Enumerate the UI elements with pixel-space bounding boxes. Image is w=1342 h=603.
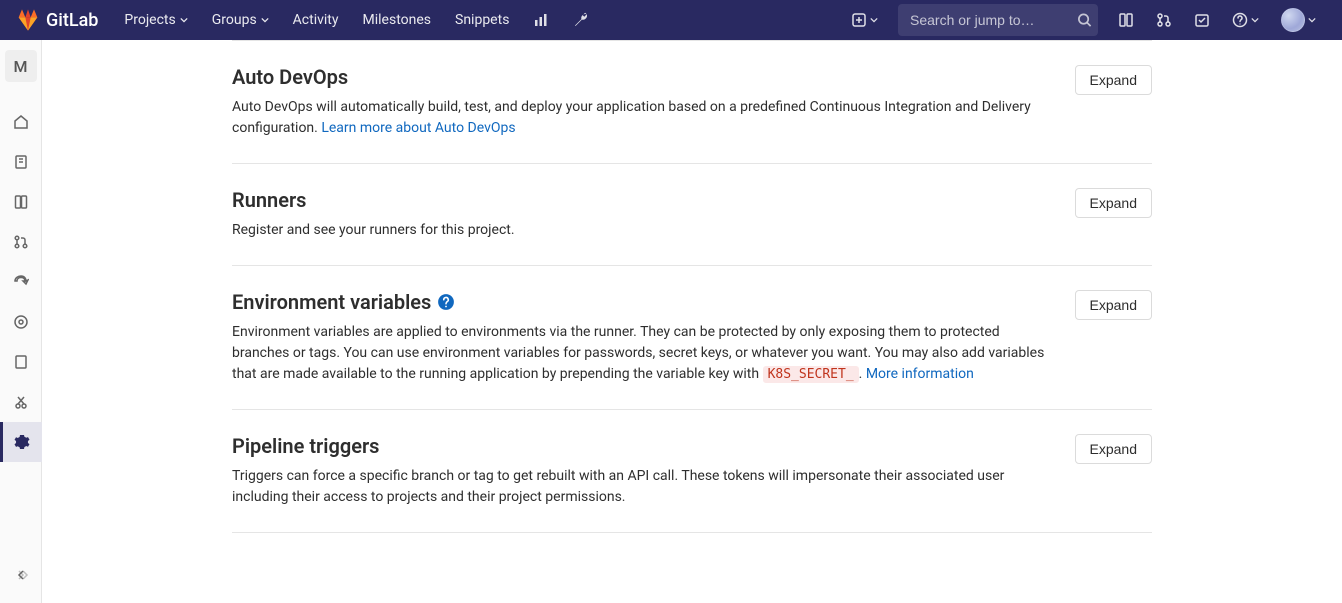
chevron-down-icon (261, 16, 269, 24)
nav-projects[interactable]: Projects (114, 2, 197, 38)
user-menu[interactable] (1271, 2, 1326, 38)
search-container (898, 4, 1098, 36)
section-title-auto-devops: Auto DevOps (232, 65, 1051, 89)
section-body: Runners Register and see your runners fo… (232, 188, 1051, 241)
left-sidebar: M (0, 40, 42, 603)
section-desc-auto-devops: Auto DevOps will automatically build, te… (232, 97, 1051, 139)
section-body: Environment variables Environment variab… (232, 290, 1051, 385)
section-desc-env-variables: Environment variables are applied to env… (232, 322, 1051, 385)
sidebar-item-snippets[interactable] (0, 382, 42, 422)
nav-groups-label: Groups (212, 12, 257, 28)
nav-activity-label: Activity (293, 12, 339, 28)
nav-snippets-label: Snippets (455, 12, 509, 28)
issues-icon[interactable] (1108, 6, 1144, 34)
nav-wrench-icon[interactable] (563, 4, 599, 36)
sidebar-item-settings[interactable] (0, 422, 42, 462)
section-title-pipeline-triggers: Pipeline triggers (232, 434, 1051, 458)
sidebar-item-overview[interactable] (0, 102, 42, 142)
code-k8s-secret: K8S_SECRET_ (763, 366, 859, 383)
sidebar-item-merge-requests[interactable] (0, 222, 42, 262)
section-pipeline-triggers: Pipeline triggers Triggers can force a s… (232, 410, 1152, 533)
section-runners: Runners Register and see your runners fo… (232, 164, 1152, 266)
navbar-right (841, 2, 1326, 38)
nav-projects-label: Projects (124, 12, 175, 28)
sidebar-collapse-toggle[interactable] (0, 555, 42, 595)
nav-groups[interactable]: Groups (202, 2, 279, 38)
link-more-info-env[interactable]: More information (866, 366, 974, 382)
sidebar-item-wiki[interactable] (0, 342, 42, 382)
plus-dropdown[interactable] (841, 6, 888, 34)
sidebar-item-cicd[interactable] (0, 262, 42, 302)
expand-runners-button[interactable]: Expand (1075, 188, 1152, 218)
nav-milestones-label: Milestones (363, 12, 432, 28)
sidebar-item-repository[interactable] (0, 142, 42, 182)
user-avatar (1281, 8, 1305, 32)
expand-pipeline-triggers-button[interactable]: Expand (1075, 434, 1152, 464)
top-navbar: GitLab Projects Groups Activity Mileston… (0, 0, 1342, 40)
title-text: Environment variables (232, 290, 431, 314)
nav-snippets[interactable]: Snippets (445, 2, 519, 38)
todos-icon[interactable] (1184, 6, 1220, 34)
nav-activity[interactable]: Activity (283, 2, 349, 38)
main-content: Auto DevOps Auto DevOps will automatical… (42, 40, 1342, 573)
sidebar-item-issues[interactable] (0, 182, 42, 222)
section-desc-pipeline-triggers: Triggers can force a specific branch or … (232, 466, 1051, 508)
link-learn-auto-devops[interactable]: Learn more about Auto DevOps (321, 120, 515, 136)
section-env-variables: Environment variables Environment variab… (232, 266, 1152, 410)
sidebar-item-operations[interactable] (0, 302, 42, 342)
section-title-env-variables: Environment variables (232, 290, 1051, 314)
project-badge[interactable]: M (5, 50, 37, 82)
gitlab-logo[interactable]: GitLab (16, 8, 98, 32)
section-body: Auto DevOps Auto DevOps will automatical… (232, 65, 1051, 139)
desc-text-post: . (859, 366, 866, 382)
gitlab-tanuki-icon (16, 8, 40, 32)
nav-chart-icon[interactable] (523, 4, 559, 36)
project-badge-letter: M (14, 57, 28, 76)
section-desc-runners: Register and see your runners for this p… (232, 220, 1051, 241)
expand-env-variables-button[interactable]: Expand (1075, 290, 1152, 320)
chevron-down-icon (1251, 16, 1259, 24)
section-auto-devops: Auto DevOps Auto DevOps will automatical… (232, 41, 1152, 164)
gitlab-brand-text: GitLab (46, 10, 98, 31)
nav-milestones[interactable]: Milestones (353, 2, 442, 38)
expand-auto-devops-button[interactable]: Expand (1075, 65, 1152, 95)
search-input[interactable] (898, 4, 1098, 36)
chevron-down-icon (870, 16, 878, 24)
navbar-left: GitLab Projects Groups Activity Mileston… (16, 2, 599, 38)
settings-sections: Auto DevOps Auto DevOps will automatical… (212, 40, 1172, 533)
section-body: Pipeline triggers Triggers can force a s… (232, 434, 1051, 508)
chevron-down-icon (180, 16, 188, 24)
help-dropdown[interactable] (1222, 6, 1269, 34)
chevron-down-icon (1308, 16, 1316, 24)
section-title-runners: Runners (232, 188, 1051, 212)
merge-requests-icon[interactable] (1146, 6, 1182, 34)
search-icon[interactable] (1077, 13, 1092, 28)
help-icon[interactable] (437, 293, 455, 311)
